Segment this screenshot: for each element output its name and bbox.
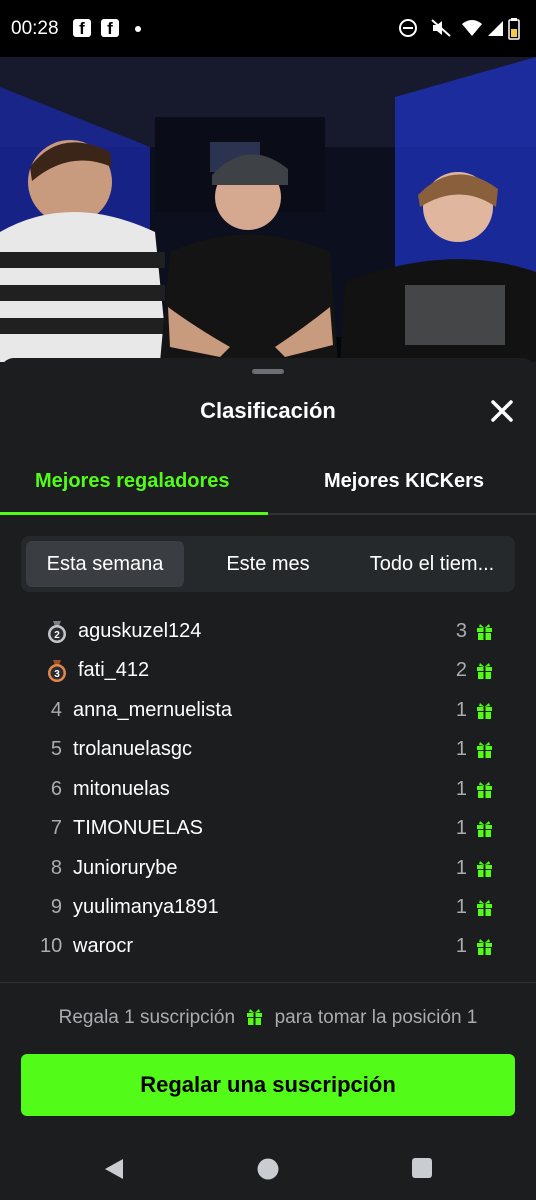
gift-count: 3 [455,620,467,642]
facebook-notification-icon: f [101,19,119,38]
gift-icon [477,900,492,916]
period-all-time[interactable]: Todo el tiem... [353,541,511,587]
tab-top-kickers[interactable]: Mejores KICKers [324,470,484,493]
status-bar: 00:28 f f [0,0,536,57]
close-icon[interactable] [487,396,517,426]
gift-icon [477,703,492,719]
gift-icon [477,624,492,640]
android-nav-bar [0,1136,536,1200]
leaderboard-row[interactable]: 7 TIMONUELAS 1 [0,810,536,848]
gift-count: 1 [455,778,467,800]
position-hint: Regala 1 suscripción para tomar la posic… [0,1007,536,1029]
period-this-week[interactable]: Esta semana [26,541,184,587]
gift-subscription-button[interactable]: Regalar una suscripción [21,1054,515,1116]
medal-rank: 3 [54,669,60,680]
drag-handle[interactable] [252,369,284,374]
home-icon[interactable] [257,1158,279,1180]
back-icon[interactable] [103,1158,125,1180]
username[interactable]: trolanuelasgc [73,738,192,761]
username[interactable]: aguskuzel124 [78,620,201,643]
rank-number: 4 [50,699,62,721]
gift-count: 1 [455,896,467,918]
leaderboard-row[interactable]: 8 Juniorurybe 1 [0,850,536,888]
facebook-notification-icon: f [73,19,91,38]
gift-icon [477,782,492,798]
position-hint-after: para tomar la posición 1 [274,1007,478,1028]
leaderboard-row[interactable]: 9 yuulimanya1891 1 [0,889,536,927]
do-not-disturb-icon [399,19,417,37]
rank-number: 6 [50,778,62,800]
stream-video-frame [0,57,536,362]
rank-number: 9 [50,896,62,918]
wifi-icon [462,20,482,36]
period-this-month[interactable]: Este mes [203,541,333,587]
leaderboard-row[interactable]: 5 trolanuelasgc 1 [0,731,536,769]
rank-number: 7 [50,817,62,839]
gift-icon [477,821,492,837]
username[interactable]: anna_mernuelista [73,699,232,722]
rank-number: 10 [40,935,63,957]
username[interactable]: Juniorurybe [73,857,178,880]
position-hint-before: Regala 1 suscripción [58,1007,236,1028]
rank-number: 8 [50,857,62,879]
sheet-title: Clasificación [200,398,336,423]
active-tab-indicator [0,512,268,515]
notification-dot-icon [135,26,141,32]
gift-count: 1 [455,857,467,879]
gift-count: 1 [455,817,467,839]
recents-icon[interactable] [412,1158,432,1178]
username[interactable]: yuulimanya1891 [73,896,219,919]
cell-signal-icon [488,21,503,36]
username[interactable]: TIMONUELAS [73,817,203,840]
vibrate-off-icon [431,19,451,37]
leaderboard-row[interactable]: 2 aguskuzel124 3 [0,613,536,651]
leaderboard-sheet: Clasificación Mejores regaladores Mejore… [0,358,536,1200]
gift-icon [247,1009,263,1025]
username[interactable]: warocr [73,935,133,958]
gift-icon [477,663,492,679]
gift-icon [477,939,492,955]
gift-icon [477,742,492,758]
leaderboard-row[interactable]: 4 anna_mernuelista 1 [0,692,536,730]
gift-count: 1 [455,935,467,957]
bronze-medal-icon: 3 [48,660,66,682]
battery-icon [508,18,520,40]
username[interactable]: mitonuelas [73,778,170,801]
username[interactable]: fati_412 [78,659,149,682]
rank-number: 5 [50,738,62,760]
gift-count: 2 [455,659,467,681]
leaderboard-row[interactable]: 3 fati_412 2 [0,652,536,690]
gift-icon [477,861,492,877]
leaderboard-row[interactable]: 6 mitonuelas 1 [0,771,536,809]
period-selector: Esta semana Este mes Todo el tiem... [21,536,515,592]
gift-count: 1 [455,738,467,760]
tab-top-gifters[interactable]: Mejores regaladores [35,470,230,493]
stream-video[interactable] [0,57,536,362]
medal-rank: 2 [54,630,60,641]
gift-count: 1 [455,699,467,721]
leaderboard-row[interactable]: 10 warocr 1 [0,928,536,966]
footer-divider [0,982,536,983]
status-time: 00:28 [11,18,59,39]
silver-medal-icon: 2 [48,621,66,643]
